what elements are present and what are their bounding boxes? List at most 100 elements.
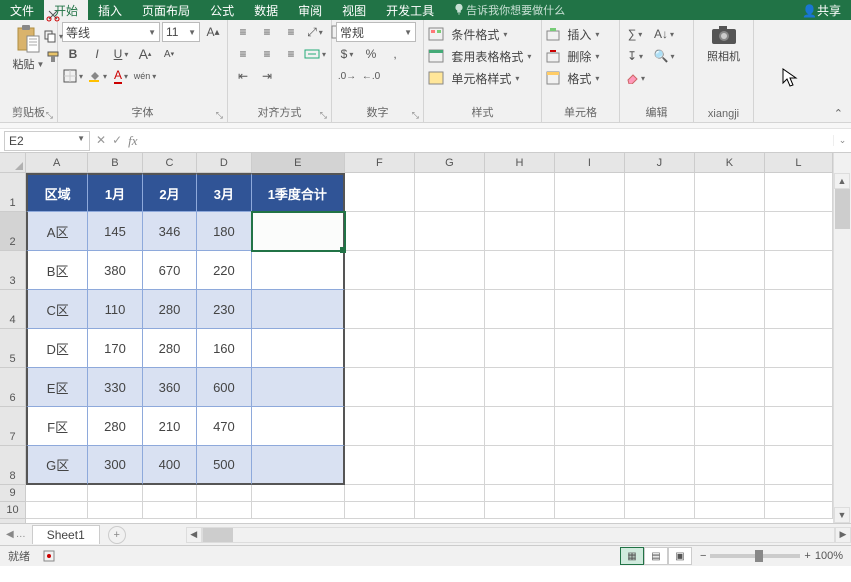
row-header[interactable]: 1 [0,173,25,212]
cell[interactable] [143,502,197,519]
find-button[interactable]: 🔍▾ [648,46,680,66]
cell[interactable] [765,329,833,368]
decrease-indent-button[interactable]: ⇤ [232,66,254,86]
cell[interactable]: 600 [197,368,251,407]
cell[interactable] [143,485,197,502]
percent-button[interactable]: % [360,44,382,64]
cell[interactable] [252,251,345,290]
cell[interactable] [625,212,695,251]
number-format-combo[interactable]: 常规▼ [336,22,416,42]
cell[interactable] [555,173,625,212]
cell[interactable]: 区域 [26,173,88,212]
cell[interactable]: D区 [26,329,88,368]
cell[interactable] [695,251,765,290]
cell[interactable] [88,502,142,519]
sheet-tab[interactable]: Sheet1 [32,525,100,544]
column-header[interactable]: G [415,153,485,173]
cell[interactable]: 360 [143,368,197,407]
cell[interactable] [765,502,833,519]
cell[interactable] [765,368,833,407]
cell[interactable]: 1季度合计 [252,173,345,212]
cell[interactable] [26,485,88,502]
cell[interactable] [415,485,485,502]
cell[interactable] [695,212,765,251]
border-button[interactable]: ▾ [62,66,84,86]
horizontal-scrollbar[interactable]: ◀ ▶ [186,527,851,543]
cell[interactable] [625,290,695,329]
copy-button[interactable]: ▾ [42,26,64,46]
cell[interactable]: 2月 [143,173,197,212]
cell[interactable]: 160 [197,329,251,368]
cell[interactable] [625,407,695,446]
align-center-button[interactable]: ≡ [256,44,278,64]
zoom-out-button[interactable]: − [700,550,706,562]
cell[interactable] [555,368,625,407]
comma-button[interactable]: , [384,44,406,64]
cell-style-button[interactable]: 单元格样式▾ [428,68,519,88]
sheet-nav-prev-icon[interactable]: ◀ [6,529,14,540]
cell[interactable] [415,290,485,329]
cell[interactable]: 220 [197,251,251,290]
align-top-button[interactable]: ≡ [232,22,254,42]
column-header[interactable]: J [625,153,695,173]
tab-layout[interactable]: 页面布局 [132,0,200,22]
cell[interactable] [555,485,625,502]
cell[interactable]: 380 [88,251,142,290]
page-break-view-button[interactable]: ▣ [668,547,692,565]
decrease-decimal-button[interactable]: ←.0 [360,66,382,86]
font-color-button[interactable]: A▾ [110,66,132,86]
cell[interactable]: 3月 [197,173,251,212]
add-sheet-button[interactable]: + [108,526,126,544]
cell[interactable] [695,407,765,446]
cell[interactable]: 280 [143,290,197,329]
italic-button[interactable]: I [86,44,108,64]
cell[interactable]: 110 [88,290,142,329]
cell[interactable] [695,290,765,329]
tell-me-search[interactable]: 告诉我你想要做什么 [452,2,565,18]
cut-button[interactable] [42,5,64,25]
increase-font-button2[interactable]: A▴ [134,44,156,64]
cell[interactable] [625,329,695,368]
cell[interactable] [345,290,415,329]
cell[interactable]: 210 [143,407,197,446]
cell[interactable] [485,368,555,407]
cell[interactable] [625,173,695,212]
row-header[interactable]: 3 [0,251,25,290]
collapse-ribbon-icon[interactable]: ⌃ [834,108,843,120]
page-layout-view-button[interactable]: ▤ [644,547,668,565]
cell[interactable] [765,290,833,329]
cell[interactable] [252,368,345,407]
cell[interactable]: 180 [197,212,251,251]
row-header[interactable]: 4 [0,290,25,329]
zoom-slider[interactable] [710,554,800,558]
cell[interactable]: G区 [26,446,88,485]
row-header[interactable]: 5 [0,329,25,368]
cell[interactable] [252,212,345,251]
enter-formula-icon[interactable]: ✓ [112,133,122,149]
cell[interactable] [555,502,625,519]
format-cells-button[interactable]: 格式▾ [546,68,599,88]
column-header[interactable]: A [26,153,88,173]
cell[interactable]: 346 [143,212,197,251]
sheet-nav-more-icon[interactable]: … [16,529,26,540]
column-header[interactable]: I [555,153,625,173]
zoom-in-button[interactable]: + [804,550,810,562]
tab-view[interactable]: 视图 [332,0,376,22]
cell[interactable] [695,502,765,519]
cell[interactable] [625,502,695,519]
zoom-level[interactable]: 100% [815,550,843,562]
row-header[interactable]: 2 [0,212,25,251]
cell[interactable] [555,329,625,368]
cell[interactable] [345,502,415,519]
underline-button[interactable]: U▾ [110,44,132,64]
name-box[interactable]: E2▼ [4,131,90,151]
cell[interactable] [197,485,251,502]
cell[interactable] [625,446,695,485]
cell[interactable]: A区 [26,212,88,251]
column-headers[interactable]: ABCDEFGHIJKL [26,153,833,173]
align-right-button[interactable]: ≡ [280,44,302,64]
cell[interactable] [485,485,555,502]
cell[interactable] [765,485,833,502]
phonetic-button[interactable]: wén▾ [134,66,156,86]
cell[interactable] [485,502,555,519]
